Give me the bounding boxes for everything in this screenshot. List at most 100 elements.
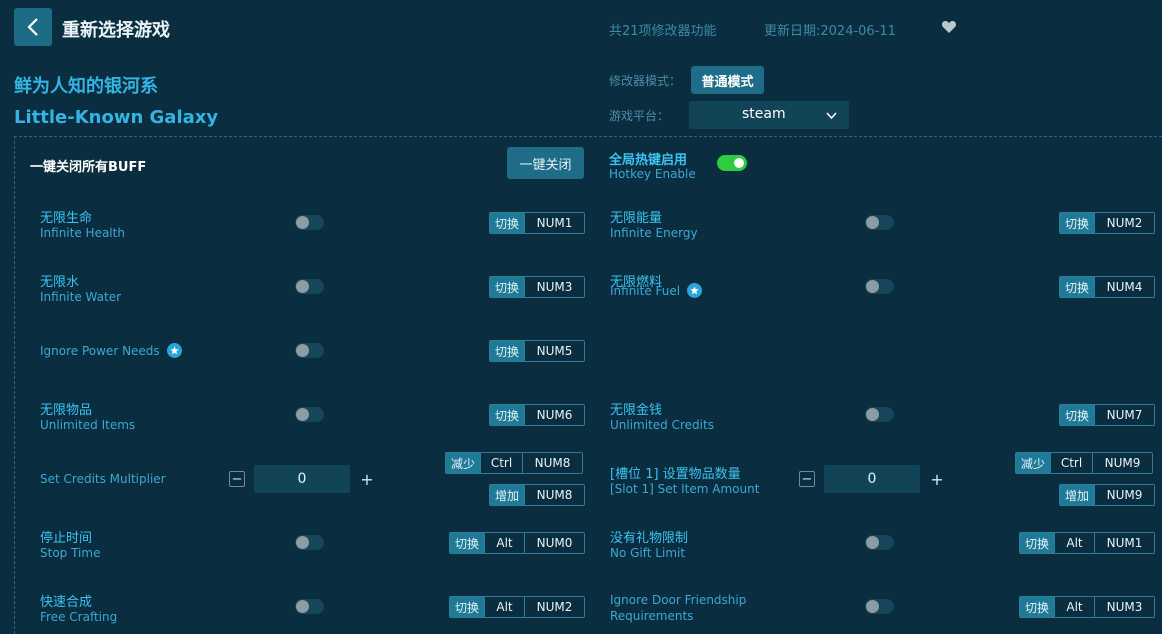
hotkey-key: NUM4 (1094, 277, 1154, 297)
credits-decrease-hotkey[interactable]: 减少 Ctrl NUM8 (445, 452, 584, 474)
infinite-energy-hotkey[interactable]: 切换 NUM2 (1059, 212, 1156, 234)
hotkey-toggle[interactable] (717, 155, 747, 171)
hotkey-action: 减少 (446, 453, 481, 473)
option-label-en-row: Ignore Power Needs (40, 343, 182, 358)
hotkey-key: Ctrl (1050, 453, 1092, 473)
platform-label: 游戏平台： (609, 109, 670, 123)
increment-button[interactable]: + (929, 471, 945, 487)
infinite-fuel-toggle[interactable] (865, 279, 894, 294)
hotkey-key: NUM6 (524, 405, 584, 425)
hotkey-key: Ctrl (480, 453, 522, 473)
hotkey-action: 减少 (1016, 453, 1051, 473)
credits-multiplier-input[interactable]: 0 (254, 465, 350, 493)
chevron-down-icon (826, 112, 837, 120)
option-label-en: [Slot 1] Set Item Amount (610, 482, 760, 496)
option-label-en: Requirements (610, 609, 694, 623)
hotkey-key: NUM7 (1094, 405, 1154, 425)
decrement-button[interactable]: − (229, 471, 245, 487)
infinite-water-toggle[interactable] (295, 279, 324, 294)
option-label-en: Infinite Energy (610, 226, 698, 240)
hotkey-action: 增加 (1060, 485, 1095, 505)
option-label-cn: 无限水 (40, 275, 80, 290)
option-label-cn: 快速合成 (40, 595, 93, 610)
hotkey-key: NUM1 (524, 213, 584, 233)
increment-button[interactable]: + (359, 471, 375, 487)
heart-icon[interactable] (941, 19, 957, 35)
option-label-en: No Gift Limit (610, 546, 686, 560)
option-label-cn: 无限能量 (610, 211, 663, 226)
option-label-cn: [槽位 1] 设置物品数量 (610, 467, 741, 482)
feature-count: 共21项修改器功能 (609, 24, 717, 39)
free-crafting-hotkey[interactable]: 切换 Alt NUM2 (449, 596, 586, 618)
option-label-en: Unlimited Credits (610, 418, 714, 432)
hotkey-key: NUM9 (1092, 453, 1152, 473)
mode-button[interactable]: 普通模式 (691, 66, 764, 94)
star-icon (687, 283, 703, 298)
option-label-en: Ignore Door Friendship (610, 593, 747, 607)
hotkey-action: 切换 (490, 213, 525, 233)
hotkey-action: 切换 (1060, 405, 1095, 425)
hotkey-key: NUM3 (524, 277, 584, 297)
back-button[interactable] (14, 8, 52, 46)
option-label-en: Set Credits Multiplier (40, 472, 166, 486)
chevron-left-icon (27, 18, 38, 36)
unlimited-credits-hotkey[interactable]: 切换 NUM7 (1059, 404, 1156, 426)
credits-increase-hotkey[interactable]: 增加 NUM8 (489, 484, 586, 506)
item-amount-decrease-hotkey[interactable]: 减少 Ctrl NUM9 (1015, 452, 1154, 474)
hotkey-key: Alt (484, 533, 524, 553)
option-label-en: Infinite Water (40, 290, 122, 304)
hotkey-action: 切换 (1020, 597, 1055, 617)
hotkey-action: 切换 (450, 597, 485, 617)
no-gift-limit-toggle[interactable] (865, 535, 894, 550)
hotkey-label-cn: 全局热键启用 (609, 153, 688, 168)
stop-time-toggle[interactable] (295, 535, 324, 550)
hotkey-action: 切换 (1060, 213, 1095, 233)
options-panel (14, 136, 1162, 634)
ignore-power-needs-toggle[interactable] (295, 343, 324, 358)
hotkey-key: NUM9 (1094, 485, 1154, 505)
option-label-en: Unlimited Items (40, 418, 136, 432)
option-label-cn: 无限金钱 (610, 403, 663, 418)
infinite-health-toggle[interactable] (295, 215, 324, 230)
free-crafting-toggle[interactable] (295, 599, 324, 614)
ignore-door-friendship-toggle[interactable] (865, 599, 894, 614)
infinite-fuel-hotkey[interactable]: 切换 NUM4 (1059, 276, 1156, 298)
buff-label: 一键关闭所有BUFF (30, 160, 147, 175)
item-amount-increase-hotkey[interactable]: 增加 NUM9 (1059, 484, 1156, 506)
option-label-cn: 无限生命 (40, 211, 93, 226)
hotkey-key: NUM8 (524, 485, 584, 505)
game-title-en: Little-Known Galaxy (14, 107, 219, 128)
unlimited-credits-toggle[interactable] (865, 407, 894, 422)
option-label-en-row: Infinite Fuel (610, 283, 703, 298)
hotkey-key: NUM2 (1094, 213, 1154, 233)
stop-time-hotkey[interactable]: 切换 Alt NUM0 (449, 532, 586, 554)
unlimited-items-toggle[interactable] (295, 407, 324, 422)
hotkey-key: NUM3 (1094, 597, 1154, 617)
option-label-en: Infinite Health (40, 226, 125, 240)
item-amount-input[interactable]: 0 (824, 465, 920, 493)
unlimited-items-hotkey[interactable]: 切换 NUM6 (489, 404, 586, 426)
infinite-energy-toggle[interactable] (865, 215, 894, 230)
hotkey-action: 切换 (1060, 277, 1095, 297)
page-title: 重新选择游戏 (62, 20, 170, 41)
decrement-button[interactable]: − (799, 471, 815, 487)
infinite-health-hotkey[interactable]: 切换 NUM1 (489, 212, 586, 234)
hotkey-label-en: Hotkey Enable (609, 167, 696, 181)
hotkey-key: Alt (484, 597, 524, 617)
no-gift-limit-hotkey[interactable]: 切换 Alt NUM1 (1019, 532, 1156, 554)
ignore-power-needs-hotkey[interactable]: 切换 NUM5 (489, 340, 586, 362)
hotkey-action: 切换 (490, 277, 525, 297)
hotkey-action: 增加 (490, 485, 525, 505)
ignore-door-friendship-hotkey[interactable]: 切换 Alt NUM3 (1019, 596, 1156, 618)
game-title-cn: 鲜为人知的银河系 (14, 76, 158, 97)
platform-select[interactable]: steam (689, 101, 849, 129)
hotkey-key: NUM0 (524, 533, 584, 553)
option-label-en: Infinite Fuel (610, 283, 681, 298)
infinite-water-hotkey[interactable]: 切换 NUM3 (489, 276, 586, 298)
close-all-button[interactable]: 一键关闭 (507, 147, 584, 179)
option-label-cn: 停止时间 (40, 531, 93, 546)
option-label-cn: 没有礼物限制 (610, 531, 689, 546)
mode-label: 修改器模式： (609, 74, 682, 88)
option-label-cn: 无限物品 (40, 403, 93, 418)
hotkey-key: Alt (1054, 597, 1094, 617)
